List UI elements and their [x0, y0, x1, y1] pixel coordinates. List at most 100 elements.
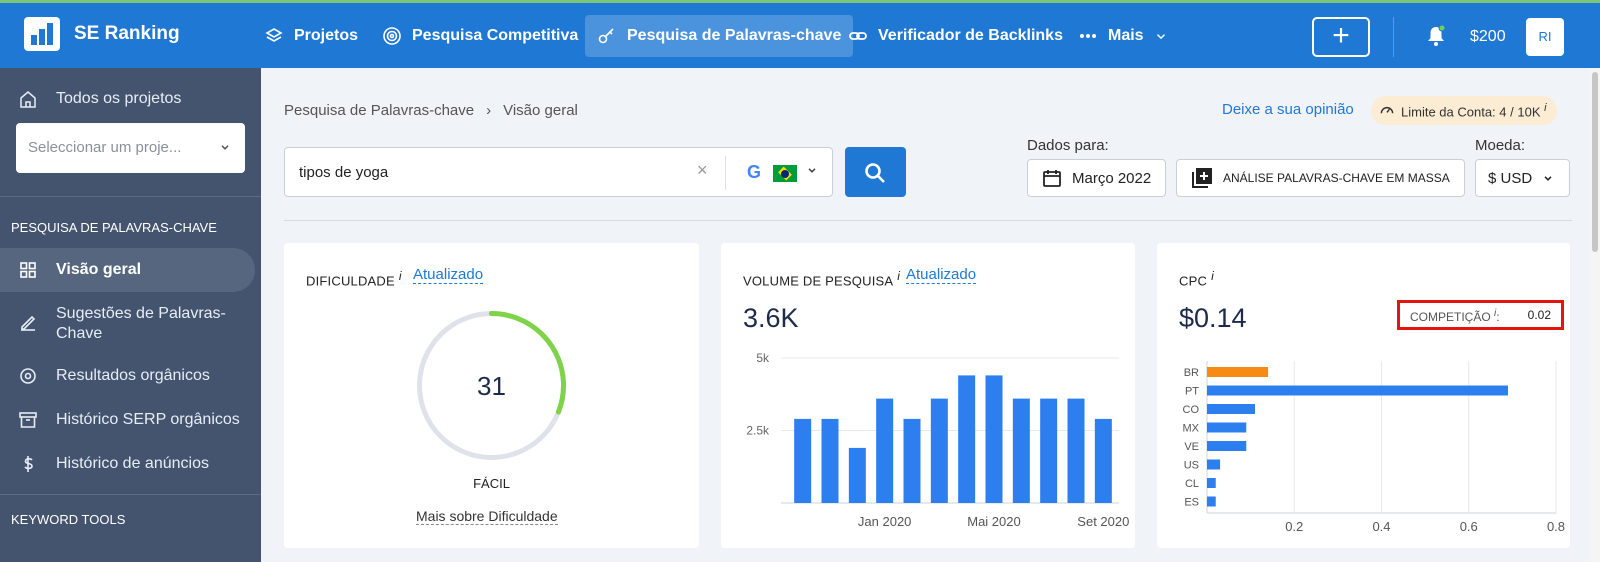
grid-icon — [20, 262, 36, 278]
info-icon[interactable]: i — [1211, 269, 1214, 283]
volume-bar[interactable] — [903, 418, 921, 503]
volume-title-text: VOLUME DE PESQUISA — [743, 273, 894, 289]
difficulty-updated-link[interactable]: Atualizado — [413, 266, 484, 284]
feedback-link[interactable]: Deixe a sua opinião — [1222, 101, 1354, 118]
volume-bar[interactable] — [930, 398, 948, 503]
account-balance[interactable]: $200 — [1470, 28, 1506, 46]
volume-bar[interactable] — [794, 418, 812, 503]
add-button[interactable]: + — [1312, 17, 1370, 57]
info-icon[interactable]: i — [1494, 308, 1496, 319]
country-cpc-bar[interactable] — [1207, 441, 1247, 451]
notifications-bell-icon[interactable] — [1426, 24, 1446, 52]
currency-value: $ USD — [1488, 169, 1533, 187]
target-icon — [383, 27, 401, 45]
nav-pesquisa-competitiva[interactable]: Pesquisa Competitiva — [370, 15, 590, 57]
sidebar-divider — [0, 494, 261, 495]
country-cpc-bar[interactable] — [1207, 404, 1255, 414]
sidebar-item-historico-serp[interactable]: Histórico SERP orgânicos — [0, 408, 255, 432]
layers-icon — [265, 28, 283, 42]
date-picker-button[interactable]: Março 2022 — [1027, 159, 1167, 197]
gauge-icon — [1380, 106, 1394, 114]
sidebar-item-label: Histórico de anúncios — [56, 455, 209, 472]
nav-verificador-backlinks[interactable]: Verificador de Backlinks — [836, 15, 1075, 57]
country-cpc-bar[interactable] — [1207, 478, 1216, 488]
chevron-down-icon — [1544, 176, 1552, 181]
currency-select[interactable]: $ USD — [1475, 159, 1570, 197]
difficulty-label: FÁCIL — [473, 476, 510, 491]
nav-mais[interactable]: Mais — [1066, 15, 1180, 57]
country-label: PT — [1185, 386, 1199, 398]
country-label: ES — [1184, 497, 1199, 509]
all-projects-label: Todos os projetos — [56, 90, 182, 107]
country-cpc-bar[interactable] — [1207, 385, 1509, 396]
cpc-title-text: CPC — [1179, 273, 1208, 289]
mass-analysis-label: ANÁLISE PALAVRAS-CHAVE EM MASSA — [1223, 171, 1450, 185]
user-avatar[interactable]: RI — [1526, 18, 1564, 56]
scrollbar-thumb[interactable] — [1592, 72, 1598, 252]
app-logo[interactable]: SE Ranking — [24, 17, 180, 51]
sidebar-item-resultados-organicos[interactable]: Resultados orgânicos — [0, 364, 255, 388]
volume-bar[interactable] — [821, 418, 839, 503]
sidebar-item-historico-anuncios[interactable]: Histórico de anúncios — [0, 452, 255, 476]
info-icon[interactable]: i — [897, 269, 900, 283]
project-select-placeholder: Seleccionar um proje... — [28, 139, 182, 156]
nav-label: Pesquisa de Palavras-chave — [627, 27, 842, 44]
country-cpc-bar[interactable] — [1207, 367, 1269, 377]
x-tick-label: 0.4 — [1372, 519, 1390, 534]
mass-analysis-button[interactable]: ANÁLISE PALAVRAS-CHAVE EM MASSA — [1176, 159, 1465, 197]
volume-updated-link[interactable]: Atualizado — [906, 266, 977, 284]
country-cpc-bar[interactable] — [1207, 422, 1247, 433]
nav-pesquisa-palavras-chave[interactable]: Pesquisa de Palavras-chave — [585, 15, 854, 57]
volume-bar[interactable] — [985, 375, 1003, 503]
info-icon[interactable]: i — [399, 269, 402, 283]
sidebar-all-projects[interactable]: Todos os projetos — [0, 88, 255, 110]
section-divider — [284, 220, 1572, 221]
brazil-flag-icon[interactable] — [773, 165, 797, 182]
top-navigation-bar: SE Ranking Projetos Pesquisa Competitiva… — [0, 0, 1600, 68]
sidebar-divider — [0, 196, 261, 197]
country-cpc-bar[interactable] — [1207, 496, 1216, 507]
nav-projetos[interactable]: Projetos — [252, 15, 370, 57]
dollar-icon — [24, 456, 33, 472]
country-label: VE — [1184, 441, 1199, 453]
search-button[interactable] — [845, 147, 906, 197]
volume-bar[interactable] — [848, 447, 866, 503]
competition-badge: COMPETIÇÃO i: 0.02 — [1397, 300, 1564, 330]
nav-label: Mais — [1108, 27, 1144, 44]
search-input-value[interactable]: tipos de yoga — [299, 164, 388, 181]
info-icon[interactable]: i — [1544, 102, 1546, 114]
sidebar-item-visao-geral[interactable]: Visão geral — [0, 248, 255, 292]
chevron-down-icon[interactable] — [806, 164, 818, 176]
chevron-down-icon — [221, 145, 229, 150]
volume-bar[interactable] — [1040, 398, 1058, 503]
sidebar-section-tools: KEYWORD TOOLS — [11, 512, 126, 527]
page-scrollbar[interactable] — [1590, 68, 1600, 562]
volume-bar[interactable] — [958, 375, 976, 503]
cpc-country-bar-chart: 0.2 0.4 0.6 0.8 BR PT CO MX VE US CL ES — [1183, 361, 1565, 534]
x-tick-label: Mai 2020 — [967, 514, 1020, 529]
country-label: US — [1184, 460, 1199, 472]
country-cpc-bar[interactable] — [1207, 459, 1221, 470]
sidebar-item-sugestoes[interactable]: Sugestões de Palavras-Chave — [0, 304, 255, 348]
difficulty-more-link[interactable]: Mais sobre Dificuldade — [416, 508, 558, 525]
volume-bar[interactable] — [1067, 398, 1085, 503]
clear-search-icon[interactable]: × — [697, 160, 708, 181]
pencil-icon — [21, 315, 36, 331]
keyword-search-field[interactable]: tipos de yoga × G — [284, 147, 833, 197]
sidebar-item-label: Visão geral — [56, 261, 142, 278]
account-limit-label: Limite da Conta: — [1401, 104, 1496, 120]
cpc-title: CPC i — [1179, 269, 1214, 288]
add-box-icon — [1192, 168, 1212, 188]
volume-bar[interactable] — [1094, 418, 1112, 503]
breadcrumb-parent[interactable]: Pesquisa de Palavras-chave — [284, 102, 474, 119]
data-for-label: Dados para: — [1027, 137, 1109, 154]
logo-chart-icon — [24, 17, 60, 51]
breadcrumb-separator: › — [486, 102, 492, 119]
header-divider — [1393, 17, 1394, 57]
competition-value: 0.02 — [1527, 308, 1551, 322]
key-icon — [598, 28, 614, 44]
account-limit-badge[interactable]: Limite da Conta: 4 / 10K i — [1371, 96, 1557, 125]
volume-bar[interactable] — [1012, 398, 1030, 503]
volume-bar[interactable] — [876, 398, 894, 503]
project-select[interactable]: Seleccionar um proje... — [16, 123, 245, 173]
